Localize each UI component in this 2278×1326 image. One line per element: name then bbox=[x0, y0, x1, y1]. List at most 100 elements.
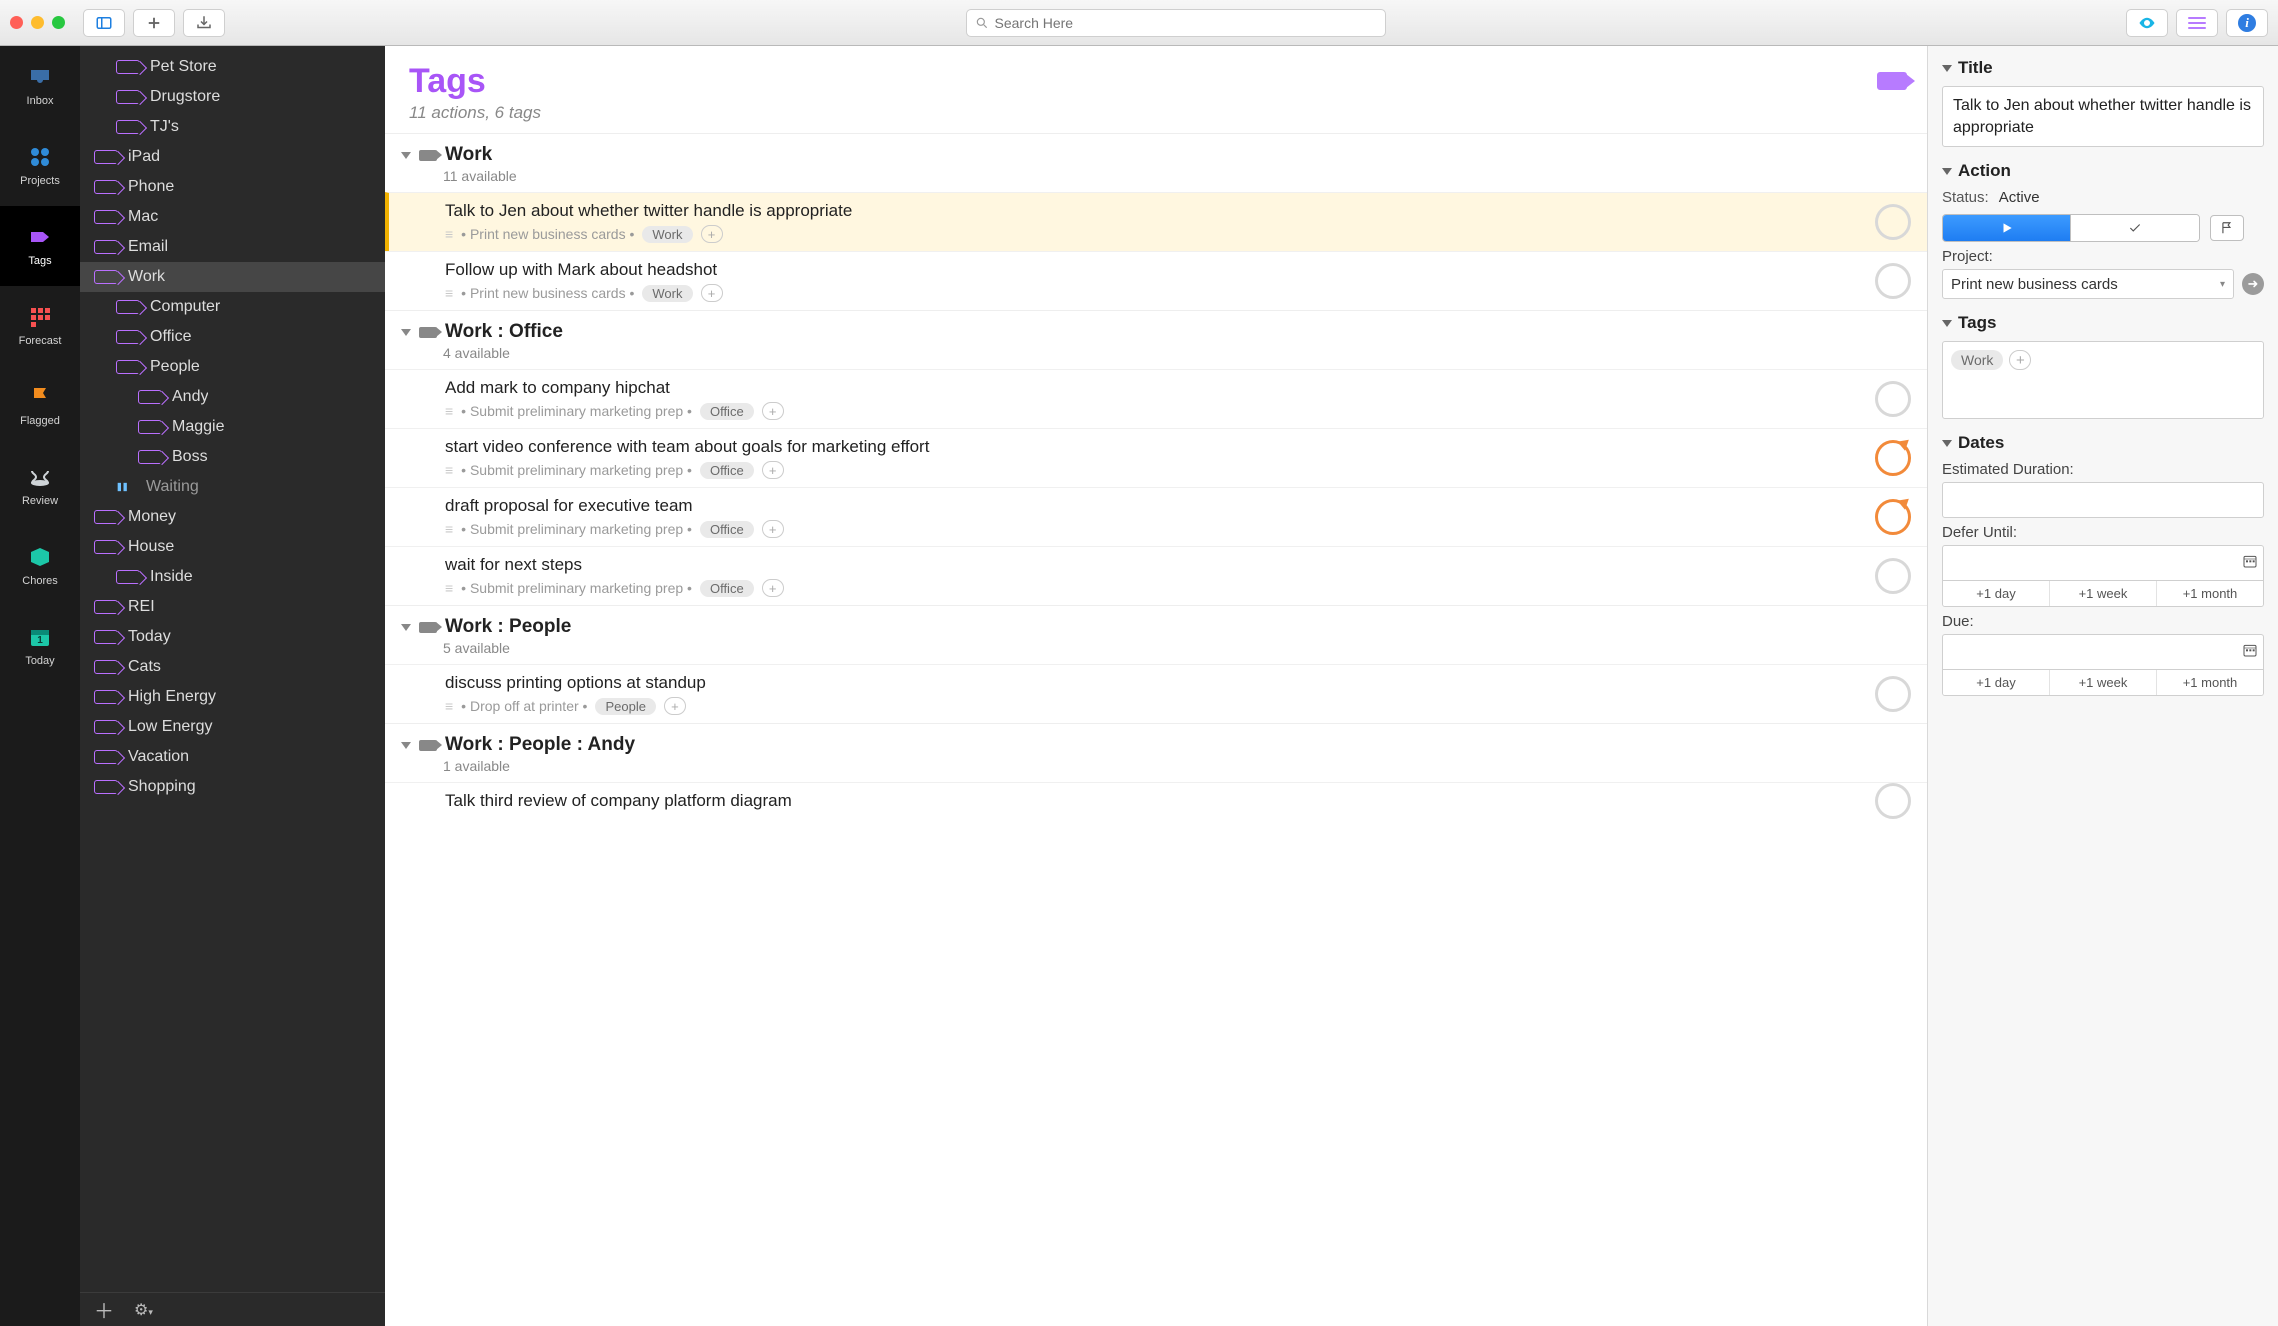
defer-plus-1-day[interactable]: +1 day bbox=[1943, 581, 2050, 606]
tag-row[interactable]: Mac bbox=[80, 202, 385, 232]
add-tag-button[interactable]: + bbox=[762, 402, 784, 420]
task-row[interactable]: draft proposal for executive team ≡ • Su… bbox=[385, 487, 1927, 546]
add-tag-button[interactable]: ＋ bbox=[94, 1295, 114, 1324]
task-status-circle[interactable] bbox=[1875, 676, 1911, 712]
drag-handle-icon[interactable]: ≡ bbox=[445, 285, 453, 301]
search-input[interactable] bbox=[995, 15, 1377, 31]
disclosure-triangle-icon[interactable] bbox=[401, 742, 411, 749]
sidebar-settings-button[interactable]: ⚙︎▾ bbox=[134, 1300, 153, 1320]
task-row[interactable]: Add mark to company hipchat ≡ • Submit p… bbox=[385, 369, 1927, 428]
task-tag-pill[interactable]: Office bbox=[700, 462, 754, 479]
add-tag-button[interactable]: + bbox=[762, 520, 784, 538]
drag-handle-icon[interactable]: ≡ bbox=[445, 521, 453, 537]
due-field[interactable] bbox=[1942, 634, 2264, 670]
task-tag-pill[interactable]: Office bbox=[700, 403, 754, 420]
tag-row[interactable]: iPad bbox=[80, 142, 385, 172]
tag-row[interactable]: Vacation bbox=[80, 742, 385, 772]
drag-handle-icon[interactable]: ≡ bbox=[445, 403, 453, 419]
task-tag-pill[interactable]: Office bbox=[700, 521, 754, 538]
title-field[interactable]: Talk to Jen about whether twitter handle… bbox=[1942, 86, 2264, 147]
rail-item-tags[interactable]: Tags bbox=[0, 206, 80, 286]
drag-handle-icon[interactable]: ≡ bbox=[445, 226, 453, 242]
add-tag-button[interactable]: + bbox=[762, 579, 784, 597]
tags-field[interactable]: Work + bbox=[1942, 341, 2264, 419]
task-row[interactable]: discuss printing options at standup ≡ • … bbox=[385, 664, 1927, 723]
minimize-window-button[interactable] bbox=[31, 16, 44, 29]
add-tag-chip-button[interactable]: + bbox=[2009, 350, 2031, 370]
tag-row[interactable]: Andy bbox=[80, 382, 385, 412]
calendar-icon[interactable] bbox=[2242, 642, 2258, 662]
tag-row[interactable]: Drugstore bbox=[80, 82, 385, 112]
due-plus-1-month[interactable]: +1 month bbox=[2157, 670, 2263, 695]
inspector-toggle-button[interactable]: i bbox=[2226, 9, 2268, 37]
due-plus-1-week[interactable]: +1 week bbox=[2050, 670, 2157, 695]
disclosure-triangle-icon[interactable] bbox=[401, 329, 411, 336]
inspector-tags-header[interactable]: Tags bbox=[1942, 313, 2264, 333]
tag-row[interactable]: Inside bbox=[80, 562, 385, 592]
drag-handle-icon[interactable]: ≡ bbox=[445, 580, 453, 596]
zoom-window-button[interactable] bbox=[52, 16, 65, 29]
task-row[interactable]: wait for next steps ≡ • Submit prelimina… bbox=[385, 546, 1927, 605]
add-tag-button[interactable]: + bbox=[664, 697, 686, 715]
tag-row[interactable]: TJ's bbox=[80, 112, 385, 142]
status-active-button[interactable] bbox=[1943, 215, 2071, 241]
view-button[interactable] bbox=[2126, 9, 2168, 37]
tag-row[interactable]: REI bbox=[80, 592, 385, 622]
task-status-circle[interactable] bbox=[1875, 499, 1911, 535]
task-tag-pill[interactable]: Work bbox=[642, 226, 692, 243]
add-tag-button[interactable]: + bbox=[701, 225, 723, 243]
tag-row[interactable]: Boss bbox=[80, 442, 385, 472]
task-status-circle[interactable] bbox=[1875, 558, 1911, 594]
tag-row[interactable]: Money bbox=[80, 502, 385, 532]
rail-item-forecast[interactable]: Forecast bbox=[0, 286, 80, 366]
task-row[interactable]: start video conference with team about g… bbox=[385, 428, 1927, 487]
tag-row[interactable]: House bbox=[80, 532, 385, 562]
search-field[interactable] bbox=[966, 9, 1386, 37]
task-status-circle[interactable] bbox=[1875, 381, 1911, 417]
estimated-duration-field[interactable] bbox=[1942, 482, 2264, 518]
status-segmented-control[interactable] bbox=[1942, 214, 2200, 242]
rail-item-projects[interactable]: Projects bbox=[0, 126, 80, 206]
tag-row[interactable]: Today bbox=[80, 622, 385, 652]
due-plus-1-day[interactable]: +1 day bbox=[1943, 670, 2050, 695]
defer-until-field[interactable] bbox=[1942, 545, 2264, 581]
tag-row[interactable]: Pet Store bbox=[80, 52, 385, 82]
drag-handle-icon[interactable]: ≡ bbox=[445, 698, 453, 714]
toggle-sidebar-button[interactable] bbox=[83, 9, 125, 37]
task-tag-pill[interactable]: Office bbox=[700, 580, 754, 597]
task-status-circle[interactable] bbox=[1875, 263, 1911, 299]
calendar-icon[interactable] bbox=[2242, 553, 2258, 573]
task-tag-pill[interactable]: People bbox=[595, 698, 655, 715]
rail-item-chores[interactable]: Chores bbox=[0, 526, 80, 606]
inspector-dates-header[interactable]: Dates bbox=[1942, 433, 2264, 453]
quick-entry-button[interactable] bbox=[183, 9, 225, 37]
tag-row[interactable]: Phone bbox=[80, 172, 385, 202]
inspector-action-header[interactable]: Action bbox=[1942, 161, 2264, 181]
tag-row[interactable]: Waiting bbox=[80, 472, 385, 502]
defer-plus-1-month[interactable]: +1 month bbox=[2157, 581, 2263, 606]
tag-row[interactable]: Email bbox=[80, 232, 385, 262]
add-tag-button[interactable]: + bbox=[701, 284, 723, 302]
tag-row[interactable]: Work bbox=[80, 262, 385, 292]
tag-row[interactable]: Shopping bbox=[80, 772, 385, 802]
defer-plus-1-week[interactable]: +1 week bbox=[2050, 581, 2157, 606]
rail-item-inbox[interactable]: Inbox bbox=[0, 46, 80, 126]
task-tag-pill[interactable]: Work bbox=[642, 285, 692, 302]
rail-item-review[interactable]: Review bbox=[0, 446, 80, 526]
add-tag-button[interactable]: + bbox=[762, 461, 784, 479]
tag-row[interactable]: Computer bbox=[80, 292, 385, 322]
tag-row[interactable]: Office bbox=[80, 322, 385, 352]
close-window-button[interactable] bbox=[10, 16, 23, 29]
drag-handle-icon[interactable]: ≡ bbox=[445, 462, 453, 478]
task-row[interactable]: Talk to Jen about whether twitter handle… bbox=[385, 192, 1927, 251]
disclosure-triangle-icon[interactable] bbox=[401, 624, 411, 631]
tag-row[interactable]: Cats bbox=[80, 652, 385, 682]
tag-row[interactable]: High Energy bbox=[80, 682, 385, 712]
disclosure-triangle-icon[interactable] bbox=[401, 152, 411, 159]
goto-project-button[interactable]: ➜ bbox=[2242, 273, 2264, 295]
tag-row[interactable]: Maggie bbox=[80, 412, 385, 442]
tag-row[interactable]: Low Energy bbox=[80, 712, 385, 742]
task-status-circle[interactable] bbox=[1875, 440, 1911, 476]
task-row[interactable]: Talk third review of company platform di… bbox=[385, 782, 1927, 819]
project-select[interactable]: Print new business cards ▾ bbox=[1942, 269, 2234, 299]
